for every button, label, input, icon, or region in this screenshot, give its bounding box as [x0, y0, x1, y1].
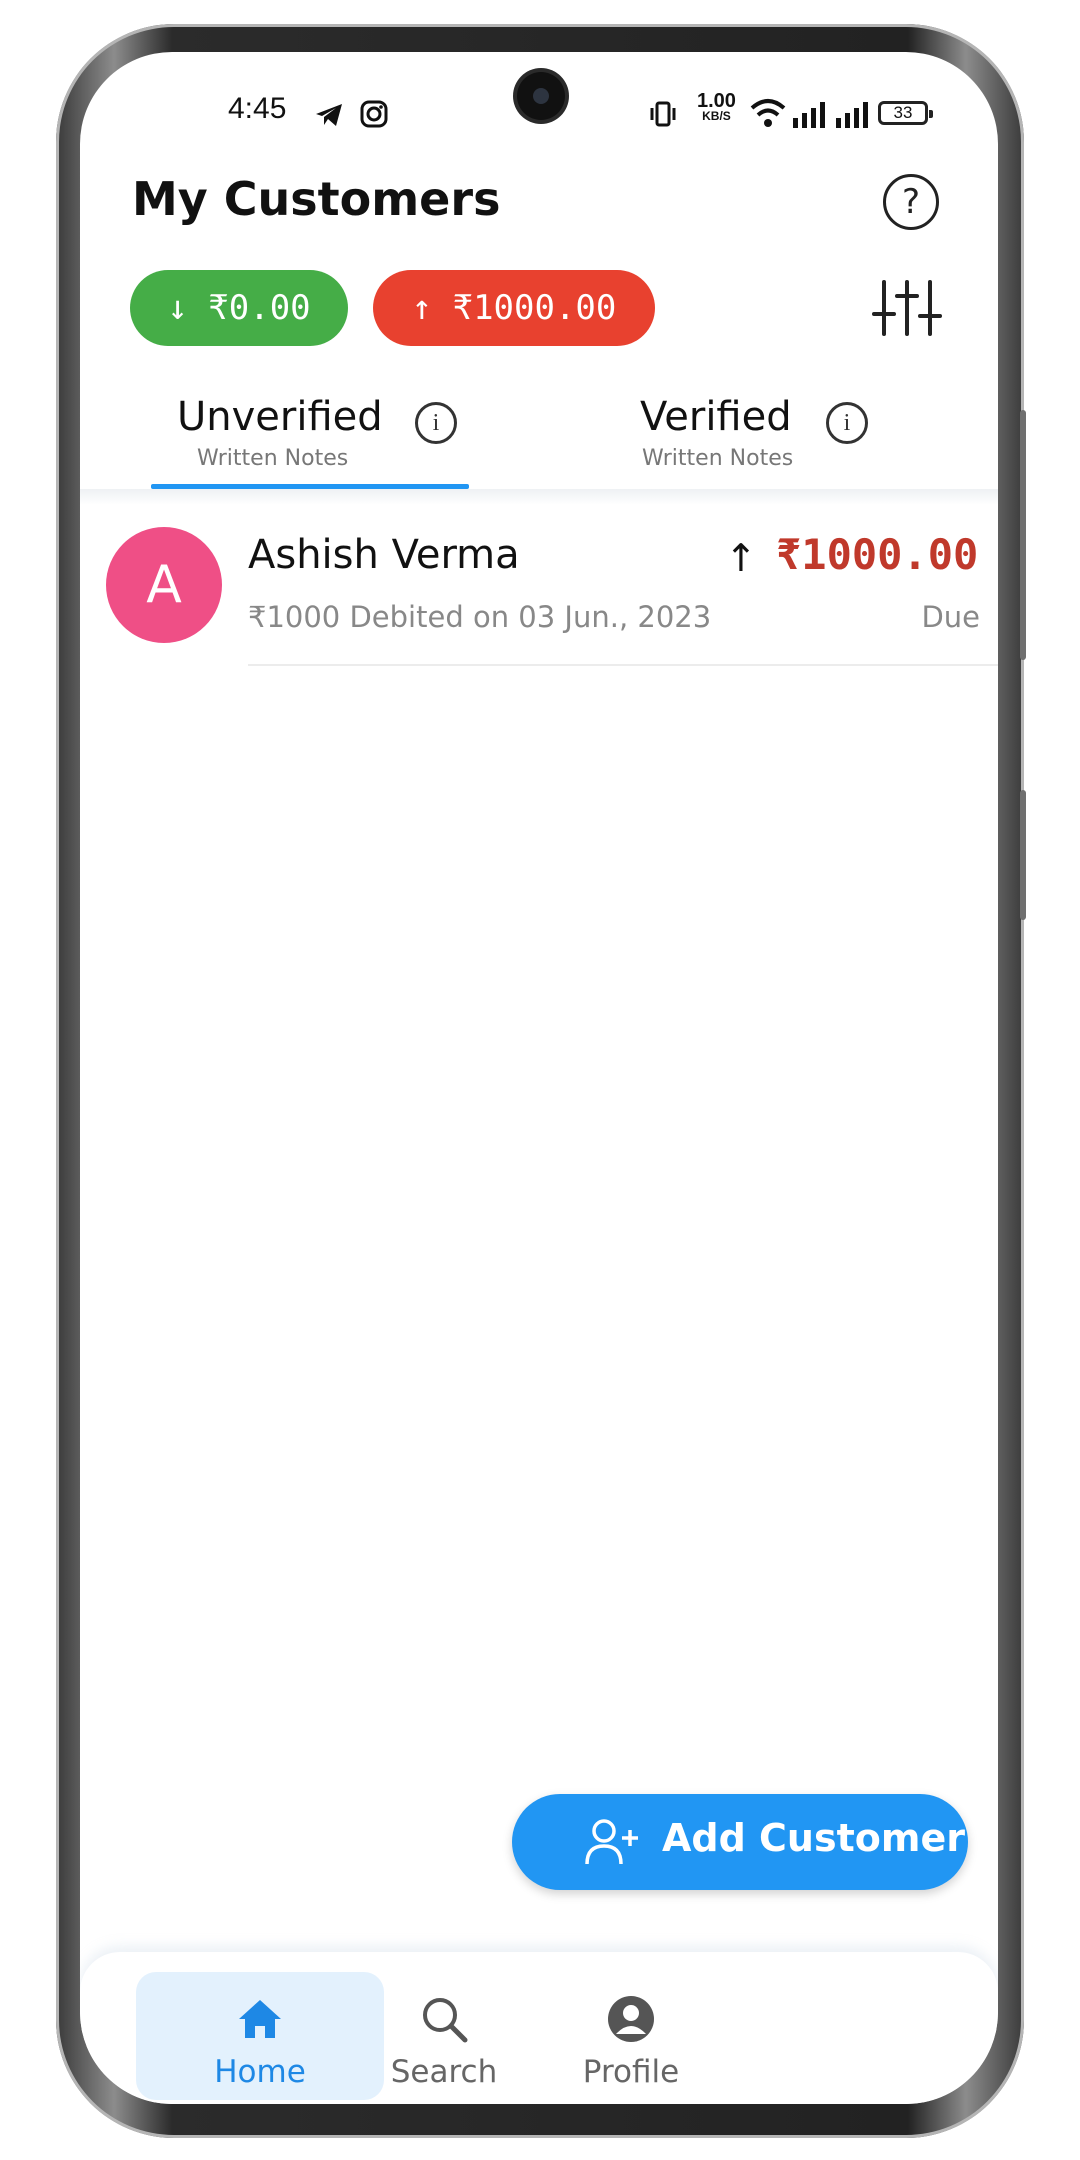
network-speed-unit: KB/S [702, 109, 731, 123]
given-total-pill[interactable]: ↑ ₹1000.00 [373, 270, 655, 346]
row-divider [248, 664, 998, 666]
instagram-icon [360, 100, 388, 128]
arrow-down-icon: ↓ [167, 288, 188, 328]
nav-profile-label: Profile [582, 2054, 680, 2090]
tab-verified-sub: Written Notes [642, 446, 794, 471]
network-speed-value: 1.00 [697, 90, 736, 112]
status-time: 4:45 [228, 92, 287, 125]
given-total-amount: ₹1000.00 [452, 288, 617, 328]
signal-icon [793, 102, 825, 128]
nav-item-profile[interactable]: Profile [507, 1972, 755, 2100]
info-icon[interactable]: i [826, 402, 868, 444]
search-icon [423, 1998, 468, 2043]
tab-unverified-sub: Written Notes [197, 446, 349, 471]
vibrate-icon [650, 101, 676, 127]
avatar: A [106, 527, 222, 643]
tab-unverified[interactable]: Unverified Written Notes i [151, 384, 469, 484]
power-button [1020, 790, 1026, 920]
app-screen: 4:45 1.00 KB/S 33 My Customers ? ↓ ₹0.00… [80, 52, 998, 2104]
tab-divider [80, 489, 998, 505]
tab-unverified-label: Unverified [177, 394, 383, 440]
add-customer-label: Add Customer [662, 1816, 965, 1860]
add-person-icon [585, 1819, 638, 1865]
tab-verified[interactable]: Verified Written Notes i [640, 384, 960, 484]
arrow-up-icon: ↑ [411, 288, 433, 328]
filter-sliders-icon[interactable] [872, 278, 942, 338]
add-customer-button[interactable]: Add Customer [512, 1794, 968, 1890]
front-camera [517, 72, 565, 120]
customer-name: Ashish Verma [248, 532, 520, 578]
battery-icon: 33 [878, 101, 933, 125]
signal-icon [836, 102, 868, 128]
list-item[interactable]: A Ashish Verma ₹1000 Debited on 03 Jun.,… [80, 512, 998, 666]
customer-last-transaction: ₹1000 Debited on 03 Jun., 2023 [248, 600, 712, 634]
info-icon[interactable]: i [415, 402, 457, 444]
arrow-up-icon: ↑ [725, 536, 757, 580]
network-speed: 1.00 KB/S [697, 90, 736, 123]
received-total-pill[interactable]: ↓ ₹0.00 [130, 270, 348, 346]
bottom-nav: Home Search Profile [80, 1952, 998, 2104]
help-icon[interactable]: ? [883, 174, 939, 230]
home-icon [239, 2000, 281, 2038]
telegram-icon [316, 104, 342, 126]
volume-button [1020, 410, 1026, 660]
received-total-amount: ₹0.00 [208, 288, 311, 328]
tab-verified-label: Verified [640, 394, 792, 440]
customer-balance: ₹1000.00 [776, 530, 979, 579]
wifi-icon [750, 99, 786, 127]
customer-balance-status: Due [921, 600, 980, 634]
page-title: My Customers [132, 172, 501, 226]
profile-icon [608, 1996, 654, 2042]
